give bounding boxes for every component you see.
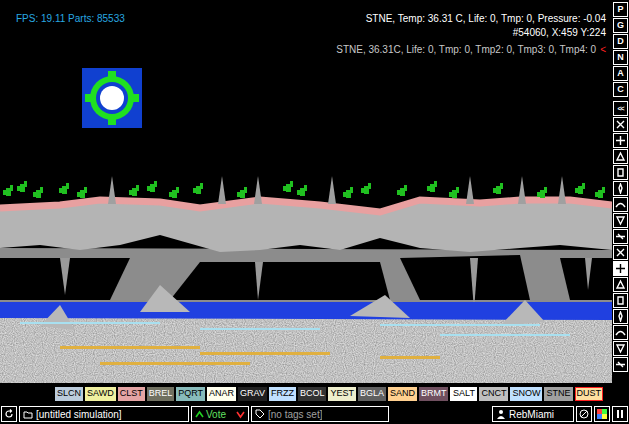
info-line: #54060, X:459 Y:224 bbox=[513, 26, 606, 40]
sidebar: PGDNAC << bbox=[612, 0, 629, 383]
category-button[interactable] bbox=[613, 229, 628, 244]
element-button[interactable]: ANAR bbox=[207, 387, 236, 401]
vote-down-icon bbox=[236, 410, 245, 419]
no-entry-icon bbox=[579, 409, 589, 419]
element-button[interactable]: SALT bbox=[450, 387, 477, 401]
collapse-button[interactable]: << bbox=[613, 101, 628, 116]
mode-button[interactable]: G bbox=[613, 18, 628, 33]
category-button[interactable] bbox=[613, 293, 628, 308]
fps-counter: FPS: 19.11 Parts: 85533 bbox=[16, 13, 125, 24]
powder-toy-window: FPS: 19.11 Parts: 85533 STNE, Temp: 36.31… bbox=[0, 0, 629, 424]
category-button[interactable] bbox=[613, 117, 628, 132]
category-button[interactable] bbox=[613, 325, 628, 340]
mode-button[interactable]: C bbox=[613, 82, 628, 97]
info-line: STNE, Temp: 36.31 C, Life: 0, Tmp: 0, Pr… bbox=[366, 12, 606, 26]
category-icon bbox=[615, 327, 626, 338]
category-button[interactable] bbox=[613, 357, 628, 372]
folder-icon bbox=[23, 409, 33, 419]
mode-button[interactable]: N bbox=[613, 50, 628, 65]
category-button[interactable] bbox=[613, 341, 628, 356]
display-button[interactable] bbox=[594, 406, 610, 422]
category-icon bbox=[615, 279, 626, 290]
element-button[interactable]: PQRT bbox=[176, 387, 205, 401]
vote-button[interactable]: Vote bbox=[191, 406, 249, 422]
element-button[interactable]: CLST bbox=[118, 387, 145, 401]
element-button[interactable]: BREL bbox=[147, 387, 175, 401]
pause-icon bbox=[615, 409, 625, 419]
element-bar: SLCNSAWDCLSTBRELPQRTANARGRAVFRZZBCOLYEST… bbox=[0, 383, 629, 404]
category-button[interactable] bbox=[613, 213, 628, 228]
category-icon bbox=[615, 247, 626, 258]
category-icon bbox=[615, 343, 626, 354]
element-button[interactable]: FRZZ bbox=[269, 387, 296, 401]
category-icon bbox=[615, 311, 626, 322]
element-button[interactable]: DUST bbox=[575, 387, 604, 401]
category-button[interactable] bbox=[613, 149, 628, 164]
category-button[interactable] bbox=[613, 261, 628, 276]
element-button[interactable]: BGLA bbox=[358, 387, 386, 401]
simulation-canvas[interactable]: FPS: 19.11 Parts: 85533 STNE, Temp: 36.31… bbox=[0, 0, 612, 383]
category-button[interactable] bbox=[613, 197, 628, 212]
category-icon bbox=[615, 135, 626, 146]
element-button[interactable]: YEST bbox=[328, 387, 356, 401]
reload-icon bbox=[4, 409, 14, 419]
category-icon bbox=[615, 183, 626, 194]
mode-button[interactable]: P bbox=[613, 2, 628, 17]
category-button[interactable] bbox=[613, 277, 628, 292]
element-button[interactable]: SNOW bbox=[510, 387, 542, 401]
pause-button[interactable] bbox=[612, 406, 628, 422]
color-grid-icon bbox=[597, 409, 607, 419]
sun-icon bbox=[82, 68, 142, 128]
particle-info: STNE, Temp: 36.31 C, Life: 0, Tmp: 0, Pr… bbox=[336, 12, 606, 57]
category-icon bbox=[615, 215, 626, 226]
tag-icon bbox=[255, 409, 265, 419]
element-button[interactable]: BCOL bbox=[298, 387, 327, 401]
detail-line: STNE, 36.31C, Life: 0, Tmp: 0, Tmp2: 0, … bbox=[336, 43, 606, 57]
mode-button[interactable]: A bbox=[613, 66, 628, 81]
element-button[interactable]: SLCN bbox=[55, 387, 83, 401]
save-button[interactable]: [untitled simulation] bbox=[19, 406, 189, 422]
main-area: FPS: 19.11 Parts: 85533 STNE, Temp: 36.31… bbox=[0, 0, 629, 383]
category-icon bbox=[615, 119, 626, 130]
element-button[interactable]: GRAV bbox=[238, 387, 267, 401]
simulation-drawing bbox=[0, 0, 612, 383]
element-button[interactable]: SAND bbox=[388, 387, 417, 401]
user-icon bbox=[496, 409, 506, 419]
bottom-bar: [untitled simulation]Vote[no tags set] Re… bbox=[0, 404, 629, 424]
mode-button[interactable]: D bbox=[613, 34, 628, 49]
vote-down-button[interactable] bbox=[236, 410, 245, 419]
element-button[interactable]: CNCT bbox=[479, 387, 508, 401]
vote-up-icon bbox=[195, 410, 204, 419]
category-icon bbox=[615, 199, 626, 210]
element-button[interactable]: SAWD bbox=[85, 387, 116, 401]
category-button[interactable] bbox=[613, 165, 628, 180]
category-icon bbox=[615, 359, 626, 370]
element-button[interactable]: STNE bbox=[544, 387, 572, 401]
category-button[interactable] bbox=[613, 181, 628, 196]
user-button[interactable]: RebMiami bbox=[492, 406, 574, 422]
category-icon bbox=[615, 263, 626, 274]
report-button[interactable] bbox=[576, 406, 592, 422]
category-icon bbox=[615, 151, 626, 162]
element-button[interactable]: BRMT bbox=[419, 387, 449, 401]
category-button[interactable] bbox=[613, 309, 628, 324]
category-button[interactable] bbox=[613, 245, 628, 260]
category-button[interactable] bbox=[613, 133, 628, 148]
category-icon bbox=[615, 231, 626, 242]
category-icon bbox=[615, 295, 626, 306]
reload-button[interactable] bbox=[1, 406, 17, 422]
tags-button[interactable]: [no tags set] bbox=[251, 406, 389, 422]
category-icon bbox=[615, 167, 626, 178]
